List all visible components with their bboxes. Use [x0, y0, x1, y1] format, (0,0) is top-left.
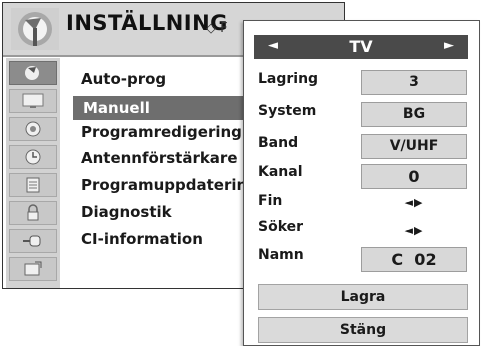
menu-item-ci-information[interactable]: CI-information [81, 230, 203, 248]
menu-item-diagnostik[interactable]: Diagnostik [81, 203, 172, 221]
band-value[interactable]: V/UHF [361, 134, 467, 159]
search-label: Söker [258, 219, 304, 235]
store-button[interactable]: Lagra [258, 284, 468, 310]
band-label: Band [258, 135, 299, 151]
fine-tune-arrows-icon[interactable]: ◄▶ [361, 196, 467, 209]
navigation-hint: ◇ F [206, 21, 228, 36]
sidebar-option-icon[interactable] [9, 173, 57, 197]
channel-label: Kanal [258, 164, 303, 180]
menu-item-manuell[interactable]: Manuell [83, 99, 150, 117]
sidebar-input-icon[interactable] [9, 229, 57, 253]
name-label: Namn [258, 247, 304, 263]
menu-item-auto-prog[interactable]: Auto-prog [81, 70, 166, 88]
sidebar-lock-icon[interactable] [9, 201, 57, 225]
menu-item-programuppdatering[interactable]: Programuppdatering [81, 176, 258, 194]
category-sidebar [6, 58, 60, 288]
menu-item-antennforstarkare[interactable]: Antennförstärkare [81, 149, 238, 167]
sidebar-audio-icon[interactable] [9, 117, 57, 141]
system-label: System [258, 103, 317, 119]
antenna-setup-icon [11, 8, 59, 50]
system-value[interactable]: BG [361, 102, 467, 127]
sidebar-picture-icon[interactable] [9, 89, 57, 113]
sidebar-antenna-icon[interactable] [9, 61, 57, 85]
name-value[interactable]: C 02 [361, 247, 467, 272]
source-selector[interactable]: ◄ TV ► [254, 35, 468, 59]
sidebar-clock-icon[interactable] [9, 145, 57, 169]
manual-tuning-panel: ◄ TV ► Lagring 3 System BG Band V/UHF Ka… [243, 20, 480, 346]
source-label: TV [349, 37, 373, 56]
fine-tune-label: Fin [258, 193, 283, 209]
right-arrow-icon[interactable]: ► [444, 38, 454, 53]
sidebar-usb-icon[interactable] [9, 257, 57, 281]
storage-label: Lagring [258, 71, 319, 87]
storage-value[interactable]: 3 [361, 70, 467, 95]
channel-value[interactable]: 0 [361, 164, 467, 189]
search-arrows-icon[interactable]: ◄▶ [361, 224, 467, 237]
menu-item-programredigering[interactable]: Programredigering [81, 123, 242, 141]
page-title: INSTÄLLNING [66, 11, 228, 35]
close-button[interactable]: Stäng [258, 317, 468, 343]
